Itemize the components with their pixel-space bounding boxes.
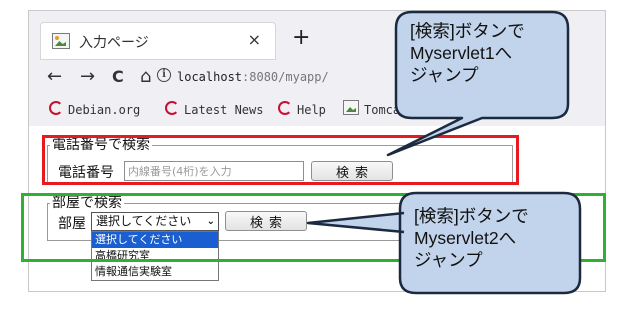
callout-bubbles bbox=[306, 10, 582, 295]
callout-top-line: ジャンプ bbox=[410, 65, 479, 85]
callout-bottom-text: [検索]ボタンで Myservlet2へ ジャンプ bbox=[414, 205, 529, 271]
callout-bottom-line: ジャンプ bbox=[414, 250, 483, 270]
callout-bottom-line: Myservlet2へ bbox=[414, 228, 517, 248]
callout-top-text: [検索]ボタンで Myservlet1へ ジャンプ bbox=[410, 20, 525, 86]
callout-top-line: [検索]ボタンで bbox=[410, 21, 525, 41]
callout-bottom-line: [検索]ボタンで bbox=[414, 206, 529, 226]
callout-top-line: Myservlet1へ bbox=[410, 43, 513, 63]
